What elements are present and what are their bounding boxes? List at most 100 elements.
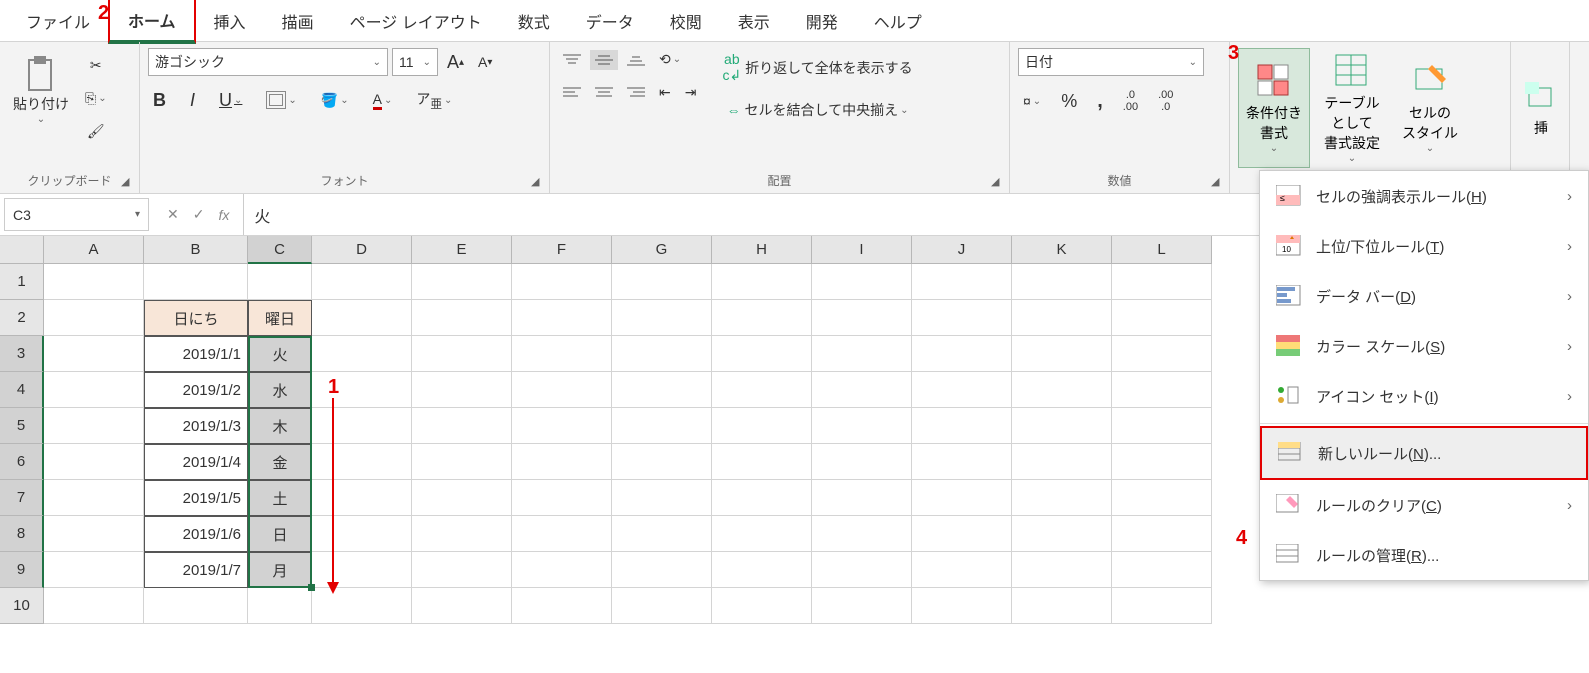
cell-B7[interactable]: 2019/1/5 bbox=[144, 480, 248, 516]
name-box[interactable]: C3▾ bbox=[4, 198, 149, 231]
cell-A8[interactable] bbox=[44, 516, 144, 552]
col-header-I[interactable]: I bbox=[812, 236, 912, 264]
cell-H5[interactable] bbox=[712, 408, 812, 444]
cell-C8[interactable]: 日 bbox=[248, 516, 312, 552]
cell-C9[interactable]: 月 bbox=[248, 552, 312, 588]
select-all-corner[interactable] bbox=[0, 236, 44, 264]
cell-I7[interactable] bbox=[812, 480, 912, 516]
cell-F9[interactable] bbox=[512, 552, 612, 588]
cell-A4[interactable] bbox=[44, 372, 144, 408]
cell-H9[interactable] bbox=[712, 552, 812, 588]
copy-button[interactable]: ⎘ bbox=[80, 87, 112, 110]
cell-L3[interactable] bbox=[1112, 336, 1212, 372]
cell-I10[interactable] bbox=[812, 588, 912, 624]
align-bottom-button[interactable] bbox=[622, 50, 650, 70]
cell-G9[interactable] bbox=[612, 552, 712, 588]
cell-C3[interactable]: 火 bbox=[248, 336, 312, 372]
row-header-10[interactable]: 10 bbox=[0, 588, 44, 624]
tab-insert[interactable]: 挿入 bbox=[196, 1, 264, 41]
cell-A2[interactable] bbox=[44, 300, 144, 336]
cell-L6[interactable] bbox=[1112, 444, 1212, 480]
cell-B3[interactable]: 2019/1/1 bbox=[144, 336, 248, 372]
cell-E6[interactable] bbox=[412, 444, 512, 480]
decrease-decimal-button[interactable]: .00.0 bbox=[1153, 86, 1178, 116]
number-format-select[interactable]: 日付⌄ bbox=[1018, 48, 1204, 76]
cell-B10[interactable] bbox=[144, 588, 248, 624]
borders-button[interactable] bbox=[261, 88, 301, 112]
cell-F10[interactable] bbox=[512, 588, 612, 624]
col-header-C[interactable]: C bbox=[248, 236, 312, 264]
menu-new-rule[interactable]: 新しいルール(N)... bbox=[1260, 426, 1588, 480]
cell-L4[interactable] bbox=[1112, 372, 1212, 408]
cell-A5[interactable] bbox=[44, 408, 144, 444]
col-header-E[interactable]: E bbox=[412, 236, 512, 264]
cell-K1[interactable] bbox=[1012, 264, 1112, 300]
cell-J10[interactable] bbox=[912, 588, 1012, 624]
increase-font-button[interactable]: A▴ bbox=[442, 49, 469, 76]
format-as-table-button[interactable]: テーブルとして 書式設定⌄ bbox=[1316, 48, 1388, 168]
row-header-4[interactable]: 4 bbox=[0, 372, 44, 408]
row-header-2[interactable]: 2 bbox=[0, 300, 44, 336]
tab-file[interactable]: ファイル bbox=[8, 1, 108, 41]
decrease-font-button[interactable]: A▾ bbox=[473, 51, 497, 73]
cell-C6[interactable]: 金 bbox=[248, 444, 312, 480]
bold-button[interactable]: B bbox=[148, 87, 171, 114]
cell-E4[interactable] bbox=[412, 372, 512, 408]
row-header-6[interactable]: 6 bbox=[0, 444, 44, 480]
fill-handle[interactable] bbox=[308, 584, 315, 591]
font-color-button[interactable]: A bbox=[368, 88, 398, 113]
cell-A10[interactable] bbox=[44, 588, 144, 624]
cell-J5[interactable] bbox=[912, 408, 1012, 444]
cell-J4[interactable] bbox=[912, 372, 1012, 408]
cell-F4[interactable] bbox=[512, 372, 612, 408]
cell-C2[interactable]: 曜日 bbox=[248, 300, 312, 336]
cell-D5[interactable] bbox=[312, 408, 412, 444]
tab-home[interactable]: ホーム bbox=[108, 0, 196, 44]
cell-I8[interactable] bbox=[812, 516, 912, 552]
menu-color-scales[interactable]: カラー スケール(S)› bbox=[1260, 321, 1588, 371]
cell-I6[interactable] bbox=[812, 444, 912, 480]
underline-button[interactable]: U bbox=[214, 87, 247, 114]
cell-H4[interactable] bbox=[712, 372, 812, 408]
tab-developer[interactable]: 開発 bbox=[788, 1, 856, 41]
cell-K2[interactable] bbox=[1012, 300, 1112, 336]
cell-C10[interactable] bbox=[248, 588, 312, 624]
cell-L7[interactable] bbox=[1112, 480, 1212, 516]
cell-C1[interactable] bbox=[248, 264, 312, 300]
font-name-select[interactable]: 游ゴシック⌄ bbox=[148, 48, 388, 76]
enter-icon[interactable]: ✓ bbox=[193, 206, 205, 223]
col-header-D[interactable]: D bbox=[312, 236, 412, 264]
cell-G3[interactable] bbox=[612, 336, 712, 372]
cell-B9[interactable]: 2019/1/7 bbox=[144, 552, 248, 588]
accounting-button[interactable]: ¤ bbox=[1018, 90, 1046, 112]
cell-A7[interactable] bbox=[44, 480, 144, 516]
cell-G4[interactable] bbox=[612, 372, 712, 408]
col-header-L[interactable]: L bbox=[1112, 236, 1212, 264]
cell-B6[interactable]: 2019/1/4 bbox=[144, 444, 248, 480]
format-painter-button[interactable]: 🖌 bbox=[80, 120, 112, 143]
menu-manage-rules[interactable]: ルールの管理(R)... bbox=[1260, 530, 1588, 580]
cell-G6[interactable] bbox=[612, 444, 712, 480]
cell-B5[interactable]: 2019/1/3 bbox=[144, 408, 248, 444]
menu-data-bars[interactable]: データ バー(D)› bbox=[1260, 271, 1588, 321]
number-launcher[interactable]: ◢ bbox=[1211, 175, 1225, 189]
cell-E7[interactable] bbox=[412, 480, 512, 516]
phonetic-button[interactable]: ア亜 bbox=[411, 86, 457, 115]
clipboard-launcher[interactable]: ◢ bbox=[121, 175, 135, 189]
cell-C7[interactable]: 土 bbox=[248, 480, 312, 516]
increase-indent-button[interactable]: ⇥ bbox=[680, 81, 702, 104]
cell-J8[interactable] bbox=[912, 516, 1012, 552]
cell-E3[interactable] bbox=[412, 336, 512, 372]
cancel-icon[interactable]: ✕ bbox=[167, 206, 179, 223]
cell-B8[interactable]: 2019/1/6 bbox=[144, 516, 248, 552]
cell-H2[interactable] bbox=[712, 300, 812, 336]
cell-J3[interactable] bbox=[912, 336, 1012, 372]
cell-K5[interactable] bbox=[1012, 408, 1112, 444]
cell-E2[interactable] bbox=[412, 300, 512, 336]
cell-I1[interactable] bbox=[812, 264, 912, 300]
row-header-8[interactable]: 8 bbox=[0, 516, 44, 552]
row-header-3[interactable]: 3 bbox=[0, 336, 44, 372]
alignment-launcher[interactable]: ◢ bbox=[991, 175, 1005, 189]
cell-F8[interactable] bbox=[512, 516, 612, 552]
cell-G8[interactable] bbox=[612, 516, 712, 552]
